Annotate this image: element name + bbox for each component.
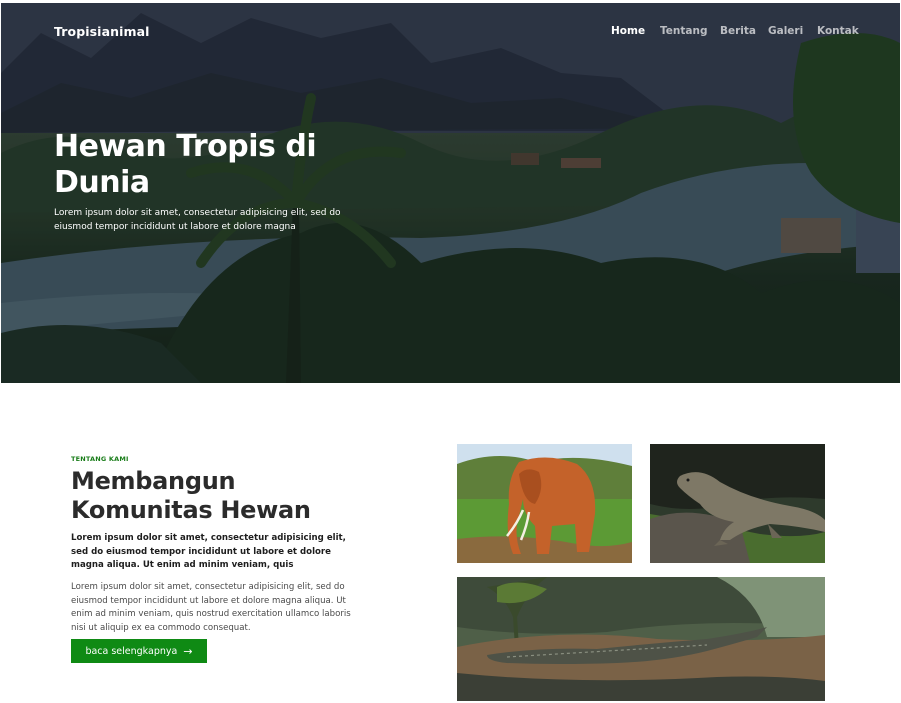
elephant-photo [457, 444, 632, 563]
read-more-button[interactable]: baca selengkapnya → [71, 639, 207, 663]
hero-subtitle: Lorem ipsum dolor sit amet, consectetur … [54, 208, 341, 232]
hero-section: Tropisianimal Home Tentang Berita Galeri… [1, 3, 900, 383]
nav-item-tentang[interactable]: Tentang [660, 25, 707, 37]
read-more-label: baca selengkapnya [85, 645, 178, 657]
about-lead-text: Lorem ipsum dolor sit amet, consectetur … [71, 533, 346, 570]
about-title: Membangun Komunitas Hewan [71, 467, 311, 524]
nav-item-home[interactable]: Home [611, 25, 645, 37]
nav-item-berita[interactable]: Berita [720, 25, 756, 37]
crocodile-photo [457, 577, 825, 701]
section-eyebrow: TENTANG KAMI [71, 455, 129, 463]
nav-item-galeri[interactable]: Galeri [768, 25, 803, 37]
hero-title: Hewan Tropis di Dunia [54, 129, 317, 200]
nav-item-kontak[interactable]: Kontak [817, 25, 859, 37]
about-body-text: Lorem ipsum dolor sit amet, consectetur … [71, 582, 351, 633]
komodo-photo [650, 444, 825, 563]
main-nav: Home Tentang Berita Galeri Kontak [1, 25, 900, 41]
arrow-right-icon: → [183, 644, 193, 658]
